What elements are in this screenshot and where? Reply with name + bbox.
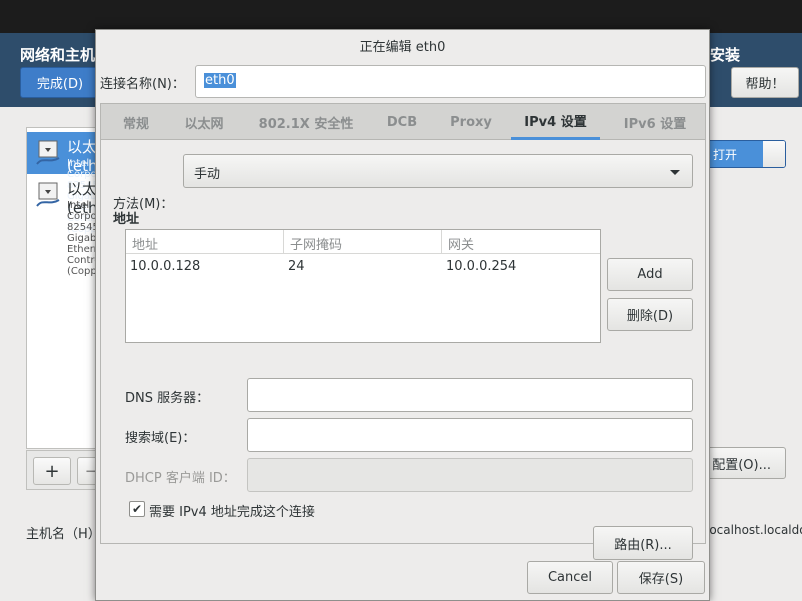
network-cable-icon <box>36 182 60 207</box>
dhcp-client-id-label: DHCP 客户端 ID： <box>125 471 236 486</box>
cancel-button[interactable]: Cancel <box>527 561 613 594</box>
delete-address-button[interactable]: 删除(D) <box>607 298 693 331</box>
search-domains-label: 搜索域(E)： <box>125 431 196 446</box>
hostname-value: localhost.localdomain <box>706 523 802 537</box>
routes-button[interactable]: 路由(R)... <box>593 526 693 560</box>
connection-name-input[interactable]: eth0 <box>195 65 706 98</box>
connection-name-value: eth0 <box>204 73 236 88</box>
tab-8021x-security[interactable]: 802.1X 安全性 <box>247 104 365 140</box>
add-device-button[interactable]: + <box>33 457 71 485</box>
column-header-netmask[interactable]: 子网掩码 <box>284 230 442 254</box>
toggle-knob <box>763 141 785 167</box>
dialog-title: 正在编辑 eth0 <box>359 40 446 55</box>
connection-name-label: 连接名称(N)： <box>100 77 185 92</box>
configure-button[interactable]: 配置(O)... <box>706 447 786 479</box>
chevron-down-icon <box>670 170 680 175</box>
tab-bar: 常规 以太网 802.1X 安全性 DCB Proxy IPv4 设置 IPv6… <box>101 104 705 140</box>
check-icon: ✔ <box>131 502 143 516</box>
require-ipv4-checkbox[interactable]: ✔ <box>129 501 145 517</box>
network-cable-icon <box>36 140 60 165</box>
settings-notebook: 常规 以太网 802.1X 安全性 DCB Proxy IPv4 设置 IPv6… <box>100 103 706 560</box>
edit-connection-dialog: 正在编辑 eth0 连接名称(N)： eth0 常规 以太网 802.1X 安全… <box>95 29 710 601</box>
device-toggle[interactable]: 打开 <box>706 140 786 168</box>
tab-dcb[interactable]: DCB <box>377 104 427 140</box>
method-select[interactable]: 手动 <box>183 154 693 188</box>
device-item-eth0[interactable]: 以太网 (eth0) Intel Corporation 82545EM Gig… <box>27 132 126 235</box>
tab-ipv6-settings[interactable]: IPv6 设置 <box>609 104 701 140</box>
device-list: 以太网 (eth0) Intel Corporation 82545EM Gig… <box>26 127 126 449</box>
cell-netmask[interactable]: 24 <box>284 259 305 274</box>
device-item-eth1[interactable]: 以太网 (eth1) Intel Corporation 82545EM Gig… <box>27 174 126 277</box>
method-value: 手动 <box>194 167 221 182</box>
tab-ipv4-settings[interactable]: IPv4 设置 <box>511 104 600 140</box>
dhcp-client-id-input <box>247 458 693 492</box>
tab-proxy[interactable]: Proxy <box>439 104 503 140</box>
cell-address[interactable]: 10.0.0.128 <box>126 259 200 274</box>
address-section-title: 地址 <box>113 212 140 227</box>
install-title: 安装 <box>710 46 741 64</box>
help-button[interactable]: 帮助！ <box>731 67 799 98</box>
done-button[interactable]: 完成(D) <box>20 67 100 98</box>
search-domains-input[interactable] <box>247 418 693 452</box>
add-address-button[interactable]: Add <box>607 258 693 291</box>
dns-servers-input[interactable] <box>247 378 693 412</box>
address-table[interactable]: 地址 子网掩码 网关 10.0.0.128 24 10.0.0.254 <box>125 229 601 343</box>
device-list-toolbar: + − <box>26 450 107 490</box>
tab-ethernet[interactable]: 以太网 <box>173 104 235 140</box>
cell-gateway[interactable]: 10.0.0.254 <box>442 259 516 274</box>
dns-servers-label: DNS 服务器： <box>125 391 210 406</box>
toggle-on-label: 打开 <box>707 141 763 167</box>
require-ipv4-label[interactable]: 需要 IPv4 地址完成这个连接 <box>149 501 315 520</box>
column-header-address[interactable]: 地址 <box>126 230 284 254</box>
tab-general[interactable]: 常规 <box>109 104 163 140</box>
column-header-gateway[interactable]: 网关 <box>442 230 600 254</box>
save-button[interactable]: 保存(S) <box>617 561 705 594</box>
